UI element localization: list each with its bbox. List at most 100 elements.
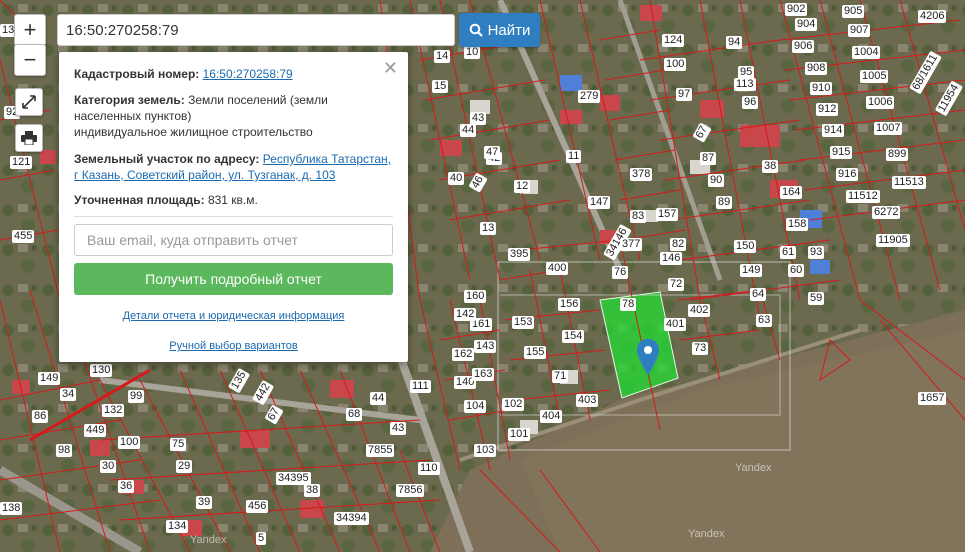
plot-number-label[interactable]: 99 bbox=[128, 390, 145, 403]
plot-number-label[interactable]: 158 bbox=[786, 218, 809, 231]
plot-number-label[interactable]: 110 bbox=[418, 462, 440, 475]
plot-number-label[interactable]: 14 bbox=[434, 50, 451, 63]
plot-number-label[interactable]: 73 bbox=[692, 342, 709, 355]
plot-number-label[interactable]: 456 bbox=[246, 500, 269, 513]
plot-number-label[interactable]: 44 bbox=[370, 392, 387, 405]
plot-number-label[interactable]: 11512 bbox=[846, 190, 880, 203]
plot-number-label[interactable]: 103 bbox=[474, 444, 497, 457]
plot-number-label[interactable]: 38 bbox=[304, 484, 321, 497]
plot-number-label[interactable]: 1005 bbox=[860, 70, 889, 83]
plot-number-label[interactable]: 160 bbox=[464, 290, 487, 303]
plot-number-label[interactable]: 157 bbox=[656, 208, 679, 221]
plot-number-label[interactable]: 15 bbox=[432, 80, 449, 93]
plot-number-label[interactable]: 916 bbox=[836, 168, 859, 181]
plot-number-label[interactable]: 1006 bbox=[866, 96, 895, 109]
plot-number-label[interactable]: 47 bbox=[484, 146, 501, 159]
plot-number-label[interactable]: 36 bbox=[118, 480, 135, 493]
plot-number-label[interactable]: 150 bbox=[734, 240, 757, 253]
plot-number-label[interactable]: 86 bbox=[32, 410, 49, 423]
plot-number-label[interactable]: 93 bbox=[808, 246, 825, 259]
plot-number-label[interactable]: 904 bbox=[795, 18, 818, 31]
plot-number-label[interactable]: 44 bbox=[460, 124, 477, 137]
plot-number-label[interactable]: 905 bbox=[842, 5, 865, 18]
plot-number-label[interactable]: 90 bbox=[708, 174, 725, 187]
plot-number-label[interactable]: 30 bbox=[100, 460, 117, 473]
plot-number-label[interactable]: 111 bbox=[410, 380, 431, 393]
plot-number-label[interactable]: 78 bbox=[620, 298, 637, 311]
plot-number-label[interactable]: 11 bbox=[566, 150, 582, 163]
plot-number-label[interactable]: 13 bbox=[480, 222, 497, 235]
plot-number-label[interactable]: 59 bbox=[808, 292, 825, 305]
plot-number-label[interactable]: 902 bbox=[785, 3, 808, 16]
plot-number-label[interactable]: 43 bbox=[470, 112, 487, 125]
plot-number-label[interactable]: 34 bbox=[60, 388, 77, 401]
plot-number-label[interactable]: 449 bbox=[84, 424, 107, 437]
plot-number-label[interactable]: 910 bbox=[810, 82, 833, 95]
cadastral-number-link[interactable]: 16:50:270258:79 bbox=[203, 67, 293, 81]
plot-number-label[interactable]: 1007 bbox=[874, 122, 903, 135]
plot-number-label[interactable]: 899 bbox=[886, 148, 909, 161]
plot-number-label[interactable]: 5 bbox=[256, 532, 267, 545]
plot-number-label[interactable]: 912 bbox=[816, 103, 839, 116]
plot-number-label[interactable]: 906 bbox=[792, 40, 815, 53]
plot-number-label[interactable]: 907 bbox=[848, 24, 871, 37]
plot-number-label[interactable]: 94 bbox=[726, 36, 743, 49]
plot-number-label[interactable]: 149 bbox=[740, 264, 763, 277]
plot-number-label[interactable]: 61 bbox=[780, 246, 797, 259]
plot-number-label[interactable]: 378 bbox=[630, 168, 653, 181]
plot-number-label[interactable]: 34394 bbox=[334, 512, 369, 525]
plot-number-label[interactable]: 7855 bbox=[366, 444, 395, 457]
plot-number-label[interactable]: 60 bbox=[788, 264, 805, 277]
plot-number-label[interactable]: 401 bbox=[664, 318, 687, 331]
search-button[interactable]: Найти bbox=[459, 13, 540, 47]
plot-number-label[interactable]: 6272 bbox=[872, 206, 901, 219]
get-report-button[interactable]: Получить подробный отчет bbox=[74, 263, 393, 295]
plot-number-label[interactable]: 1004 bbox=[852, 46, 881, 59]
plot-number-label[interactable]: 279 bbox=[578, 90, 601, 103]
plot-number-label[interactable]: 377 bbox=[620, 238, 643, 251]
plot-number-label[interactable]: 149 bbox=[38, 372, 61, 385]
fullscreen-button[interactable] bbox=[15, 88, 43, 116]
plot-number-label[interactable]: 908 bbox=[805, 62, 828, 75]
plot-number-label[interactable]: 100 bbox=[118, 436, 141, 449]
manual-selection-link[interactable]: Ручной выбор вариантов bbox=[169, 340, 297, 352]
plot-number-label[interactable]: 124 bbox=[662, 34, 685, 47]
plot-number-label[interactable]: 147 bbox=[588, 196, 611, 209]
plot-number-label[interactable]: 97 bbox=[676, 88, 693, 101]
plot-number-label[interactable]: 101 bbox=[508, 428, 531, 441]
plot-number-label[interactable]: 164 bbox=[780, 186, 803, 199]
plot-number-label[interactable]: 162 bbox=[452, 348, 475, 361]
plot-number-label[interactable]: 100 bbox=[664, 58, 687, 71]
search-input[interactable] bbox=[57, 14, 455, 46]
plot-number-label[interactable]: 34395 bbox=[276, 472, 311, 485]
plot-number-label[interactable]: 142 bbox=[454, 308, 477, 321]
print-button[interactable] bbox=[15, 124, 43, 152]
plot-number-label[interactable]: 39 bbox=[196, 496, 213, 509]
plot-number-label[interactable]: 163 bbox=[472, 368, 495, 381]
plot-number-label[interactable]: 915 bbox=[830, 146, 853, 159]
plot-number-label[interactable]: 12 bbox=[514, 180, 531, 193]
address-link[interactable]: Республика Татарстан, bbox=[263, 152, 391, 166]
plot-number-label[interactable]: 68 bbox=[346, 408, 363, 421]
plot-number-label[interactable]: 1657 bbox=[918, 392, 947, 405]
address-link[interactable]: г Казань, Советский район, ул. Тузганак,… bbox=[74, 168, 335, 182]
plot-number-label[interactable]: 63 bbox=[756, 314, 773, 327]
plot-number-label[interactable]: 29 bbox=[176, 460, 193, 473]
plot-number-label[interactable]: 132 bbox=[102, 404, 125, 417]
plot-number-label[interactable]: 104 bbox=[464, 400, 487, 413]
plot-number-label[interactable]: 72 bbox=[668, 278, 685, 291]
zoom-in-button[interactable]: + bbox=[14, 14, 46, 46]
plot-number-label[interactable]: 76 bbox=[612, 266, 629, 279]
plot-number-label[interactable]: 11513 bbox=[892, 176, 926, 189]
plot-number-label[interactable]: 156 bbox=[558, 298, 581, 311]
plot-number-label[interactable]: 64 bbox=[750, 288, 767, 301]
plot-number-label[interactable]: 96 bbox=[742, 96, 759, 109]
plot-number-label[interactable]: 455 bbox=[12, 230, 35, 243]
details-link[interactable]: Детали отчета и юридическая информация bbox=[123, 310, 345, 322]
plot-number-label[interactable]: 89 bbox=[716, 196, 733, 209]
plot-number-label[interactable]: 121 bbox=[10, 156, 33, 169]
plot-number-label[interactable]: 395 bbox=[508, 248, 531, 261]
plot-number-label[interactable]: 402 bbox=[688, 304, 711, 317]
plot-number-label[interactable]: 102 bbox=[502, 398, 525, 411]
plot-number-label[interactable]: 7856 bbox=[396, 484, 425, 497]
